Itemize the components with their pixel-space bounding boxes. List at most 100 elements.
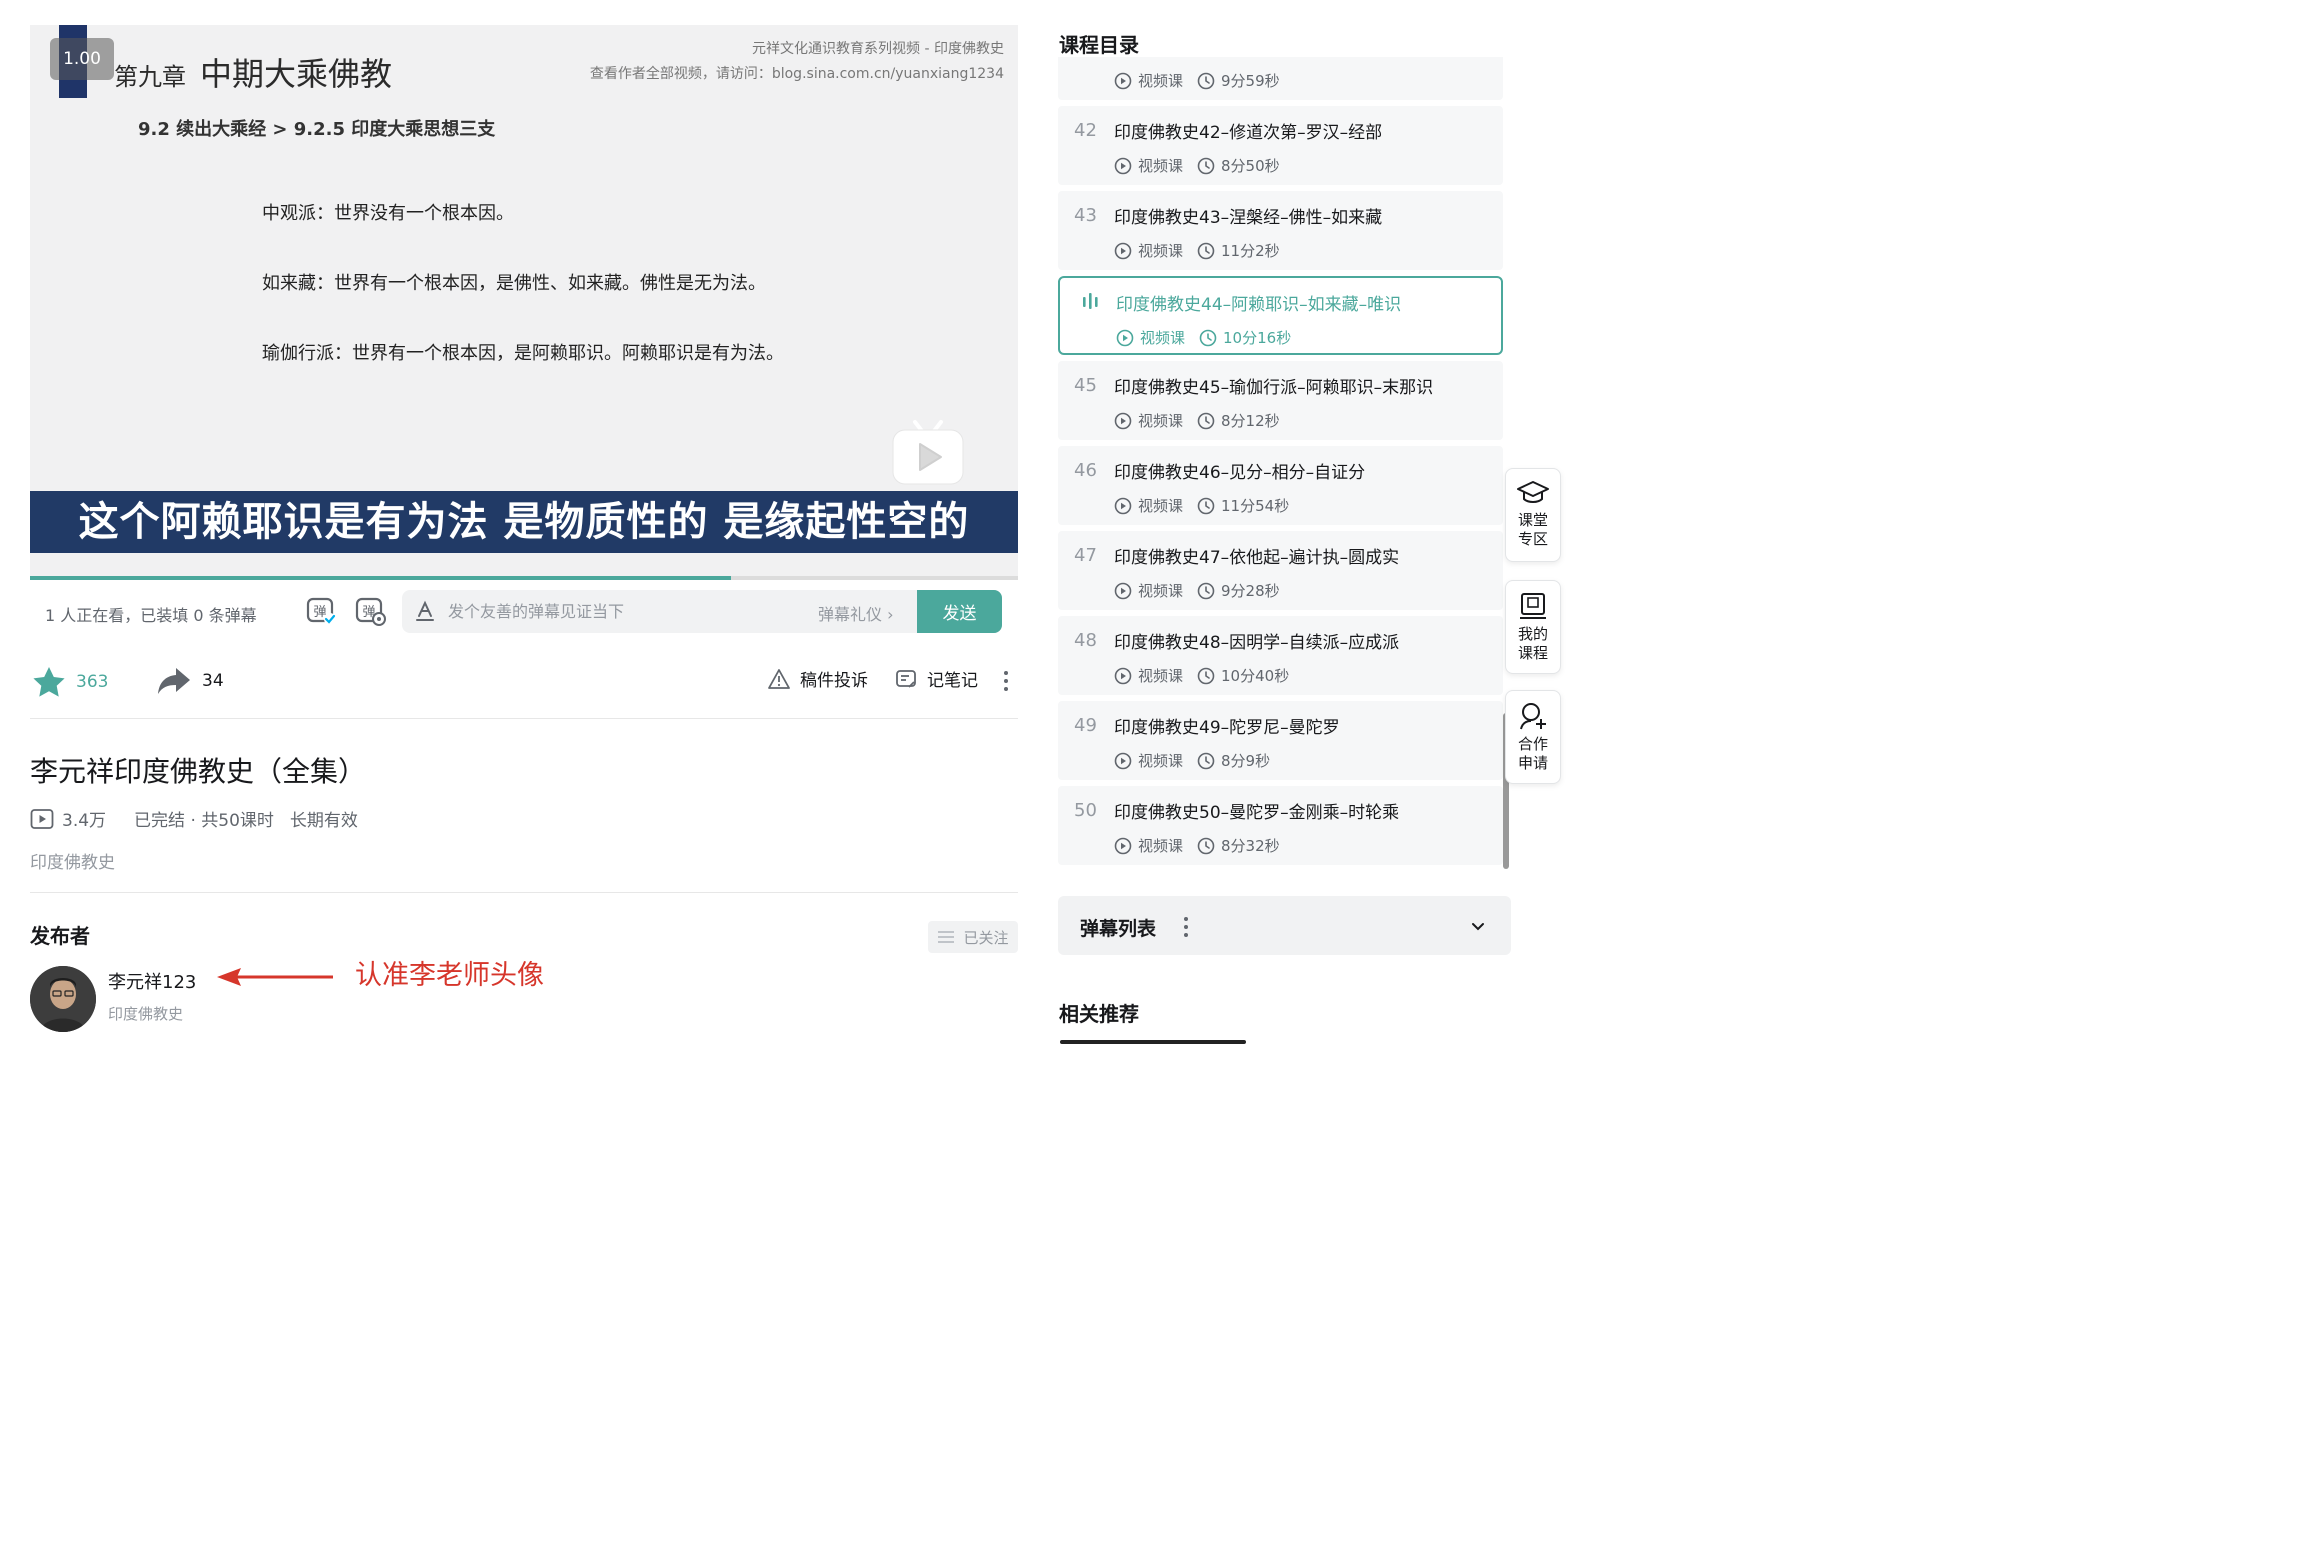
course-item-type: 视频课 (1138, 497, 1184, 515)
graduation-cap-icon (1517, 481, 1549, 503)
share-arrow-icon (158, 668, 190, 694)
course-item-duration: 9分28秒 (1221, 582, 1280, 600)
course-item-meta: 视频课 11分54秒 (1114, 495, 1289, 516)
playback-speed-badge[interactable]: 1.00 (50, 38, 114, 80)
course-item-duration: 8分32秒 (1221, 837, 1280, 855)
course-list[interactable]: 视频课 9分59秒 42 印度佛教史42–修道次第–罗汉–经部 视频课 8分50秒 43 印度… (1058, 57, 1503, 871)
text-style-icon[interactable] (414, 600, 436, 622)
course-item-type: 视频课 (1138, 582, 1184, 600)
danmaku-toggle-icon[interactable]: 弹 (305, 595, 337, 627)
side-button-label: 课堂专区 (1517, 511, 1548, 548)
course-item[interactable]: 45 印度佛教史45–瑜伽行派–阿赖耶识–末那识 视频课 8分12秒 (1058, 361, 1503, 440)
course-item-duration: 8分50秒 (1221, 157, 1280, 175)
slide-series-line: 元祥文化通识教育系列视频 - 印度佛教史 (752, 41, 1004, 57)
bilibili-tv-play-icon[interactable] (891, 418, 965, 488)
publisher-section-title: 发布者 (30, 924, 90, 948)
danmaku-input-wrapper: 弹幕礼仪 › 发送 (402, 590, 1002, 633)
course-item-title: 印度佛教史50–曼陀罗–金刚乘–时轮乘 (1114, 803, 1400, 823)
course-item-title: 印度佛教史45–瑜伽行派–阿赖耶识–末那识 (1114, 378, 1434, 398)
course-item-meta: 视频课 10分16秒 (1116, 327, 1291, 348)
course-item-duration: 10分40秒 (1221, 667, 1290, 685)
course-item-type: 视频课 (1138, 667, 1184, 685)
course-item[interactable]: 50 印度佛教史50–曼陀罗–金刚乘–时轮乘 视频课 8分32秒 (1058, 786, 1503, 865)
publisher-subtitle: 印度佛教史 (108, 1005, 184, 1023)
course-item-title: 印度佛教史43–涅槃经–佛性–如来藏 (1114, 208, 1383, 228)
course-item-type: 视频课 (1138, 72, 1184, 90)
follow-button[interactable]: 已关注 (928, 921, 1018, 953)
course-item-active[interactable]: 印度佛教史44–阿赖耶识–如来藏–唯识 视频课 10分16秒 (1058, 276, 1503, 355)
favorite-button[interactable]: 363 (32, 666, 108, 698)
side-button-classroom[interactable]: 课堂专区 (1505, 468, 1561, 562)
warning-icon (768, 668, 790, 689)
slide-chapter-prefix: 第九章 (114, 63, 186, 91)
course-list-title: 课程目录 (1059, 33, 1139, 57)
course-item-type: 视频课 (1138, 242, 1184, 260)
course-views: 3.4万 (62, 811, 107, 831)
course-item-meta: 视频课 8分9秒 (1114, 750, 1270, 771)
clock-icon (1197, 72, 1215, 89)
report-label: 稿件投诉 (800, 671, 868, 691)
course-item-meta: 视频课 8分32秒 (1114, 835, 1280, 856)
publisher-name[interactable]: 李元祥123 (108, 968, 196, 994)
clock-icon (1197, 752, 1215, 769)
slide-chapter-title: 第九章 中期大乘佛教 (114, 49, 392, 95)
slide-chapter-name: 中期大乘佛教 (200, 55, 393, 93)
play-circle-icon (1114, 157, 1132, 174)
report-button[interactable]: 稿件投诉 (768, 666, 868, 691)
chevron-down-icon[interactable] (1468, 916, 1488, 936)
course-item[interactable]: 49 印度佛教史49–陀罗尼–曼陀罗 视频课 8分9秒 (1058, 701, 1503, 780)
course-item[interactable]: 46 印度佛教史46–见分–相分–自证分 视频课 11分54秒 (1058, 446, 1503, 525)
publisher-avatar[interactable] (30, 966, 96, 1032)
danmaku-settings-icon[interactable]: 弹 (354, 595, 386, 627)
clock-icon (1197, 837, 1215, 854)
course-item-duration: 11分2秒 (1221, 242, 1280, 260)
send-danmaku-button[interactable]: 发送 (917, 590, 1002, 633)
course-item[interactable]: 47 印度佛教史47–依他起–遍计执–圆成实 视频课 9分28秒 (1058, 531, 1503, 610)
course-item-number: 48 (1074, 630, 1097, 651)
slide-text-line: 瑜伽行派：世界有一个根本因，是阿赖耶识。阿赖耶识是有为法。 (262, 343, 784, 364)
course-item-number: 43 (1074, 205, 1097, 226)
course-title: 李元祥印度佛教史（全集） (30, 755, 367, 788)
course-item[interactable]: 42 印度佛教史42–修道次第–罗汉–经部 视频课 8分50秒 (1058, 106, 1503, 185)
star-icon (33, 667, 65, 697)
slide-series-watermark: 元祥文化通识教育系列视频 - 印度佛教史 查看作者全部视频，请访问：blog.s… (590, 37, 1004, 87)
danmaku-etiquette-link[interactable]: 弹幕礼仪 › (818, 601, 894, 625)
course-item-title: 印度佛教史47–依他起–遍计执–圆成实 (1114, 548, 1400, 568)
related-tab-indicator (1060, 1040, 1246, 1044)
annotation-arrow-icon (217, 968, 333, 986)
chevron-right-icon: › (887, 605, 894, 624)
follow-label: 已关注 (963, 928, 1009, 947)
course-tag[interactable]: 印度佛教史 (30, 848, 115, 873)
danmaku-etiquette-label: 弹幕礼仪 (818, 605, 883, 624)
course-item[interactable]: 48 印度佛教史48–因明学–自续派–应成派 视频课 10分40秒 (1058, 616, 1503, 695)
danmaku-input[interactable] (448, 590, 788, 633)
slide-series-link-line: 查看作者全部视频，请访问：blog.sina.com.cn/yuanxiang1… (589, 66, 1004, 82)
course-item-meta: 视频课 8分12秒 (1114, 410, 1280, 431)
course-item-number: 46 (1074, 460, 1097, 481)
course-item[interactable]: 视频课 9分59秒 (1058, 57, 1503, 100)
more-vertical-icon[interactable] (1002, 670, 1010, 692)
course-item-number: 42 (1074, 120, 1097, 141)
course-item-duration: 11分54秒 (1221, 497, 1290, 515)
side-button-cooperation[interactable]: 合作申请 (1505, 690, 1561, 784)
course-item-type: 视频课 (1140, 329, 1186, 347)
more-vertical-icon[interactable] (1182, 916, 1190, 938)
side-button-label: 我的课程 (1517, 625, 1548, 662)
course-item[interactable]: 43 印度佛教史43–涅槃经–佛性–如来藏视频课 11分2秒 (1058, 191, 1503, 270)
clock-icon (1199, 329, 1217, 346)
divider (30, 718, 1018, 719)
play-circle-icon (1114, 667, 1132, 684)
clock-icon (1197, 242, 1215, 259)
notes-button[interactable]: 记笔记 (895, 666, 978, 691)
note-icon (896, 669, 916, 688)
course-item-type: 视频课 (1138, 752, 1184, 770)
course-item-number: 49 (1074, 715, 1097, 736)
course-item-meta: 视频课 10分40秒 (1114, 665, 1289, 686)
avatar-image (30, 966, 96, 1032)
danmaku-list-panel[interactable]: 弹幕列表 (1058, 896, 1511, 955)
share-button[interactable]: 34 (156, 666, 224, 696)
video-player[interactable]: 1.00 第九章 中期大乘佛教 元祥文化通识教育系列视频 - 印度佛教史 查看作者… (30, 25, 1018, 580)
side-button-my-course[interactable]: 我的课程 (1505, 580, 1561, 674)
clock-icon (1197, 582, 1215, 599)
danmaku-bar: 1 人正在看，已装填 0 条弹幕 弹 弹 弹幕礼仪 › 发送 (30, 580, 1018, 642)
